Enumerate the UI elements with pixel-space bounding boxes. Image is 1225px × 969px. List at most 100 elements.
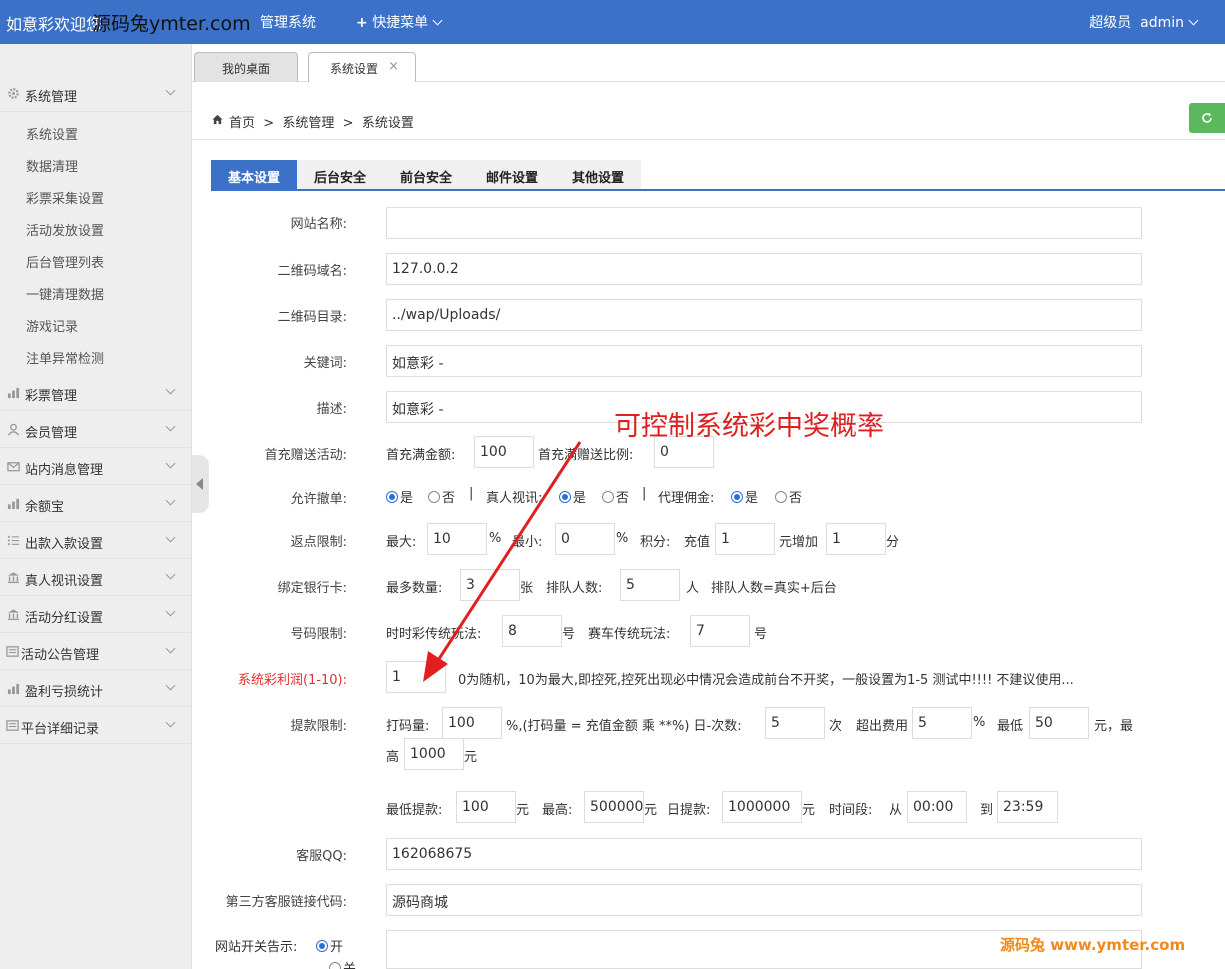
sidebar-group-messages[interactable]: 站内消息管理 bbox=[0, 448, 192, 485]
site-switch-on[interactable]: 开 bbox=[316, 936, 343, 955]
service-qq-label: 客服QQ: bbox=[296, 849, 347, 864]
brand-title: 如意彩欢迎您 bbox=[6, 15, 103, 34]
sidebar-item[interactable]: 彩票采集设置 bbox=[26, 188, 104, 207]
refresh-button[interactable] bbox=[1189, 103, 1225, 133]
sidebar-item[interactable]: 系统设置 bbox=[26, 124, 78, 143]
agent-commission-yes[interactable]: 是 bbox=[731, 487, 758, 506]
settings-tabs: 基本设置 后台安全 前台安全 邮件设置 其他设置 bbox=[211, 160, 1225, 191]
withdraw-limit-label: 提款限制: bbox=[290, 719, 347, 734]
rebate-max-label: 最大: bbox=[386, 535, 417, 550]
to-time-input[interactable]: 23:59 bbox=[997, 791, 1058, 823]
sidebar-group-notices[interactable]: 活动公告管理 bbox=[0, 633, 192, 670]
sidebar-group-label: 出款入款设置 bbox=[25, 537, 104, 552]
qr-domain-input[interactable]: 127.0.0.2 bbox=[386, 253, 1142, 285]
live-video-yes[interactable]: 是 bbox=[559, 487, 586, 506]
chevron-down-icon bbox=[165, 532, 176, 543]
allow-cancel-no[interactable]: 否 bbox=[428, 487, 455, 506]
tab-backend-security[interactable]: 后台安全 bbox=[297, 160, 383, 189]
agent-commission-no[interactable]: 否 bbox=[775, 487, 802, 506]
sidebar-group-profit[interactable]: 盈利亏损统计 bbox=[0, 670, 192, 707]
sidebar-item[interactable]: 后台管理列表 bbox=[26, 252, 104, 271]
system-title: 管理系统 bbox=[260, 15, 316, 31]
tab-other-settings[interactable]: 其他设置 bbox=[555, 160, 641, 189]
yuan-comma: 元，最 bbox=[1094, 719, 1134, 734]
close-icon[interactable]: × bbox=[388, 59, 399, 74]
tab-desktop[interactable]: 我的桌面 bbox=[194, 52, 298, 82]
ssc-input[interactable]: 8 bbox=[502, 615, 562, 647]
yuan-unit: 元 bbox=[644, 803, 658, 818]
daily-withdraw-input[interactable]: 1000000 bbox=[722, 791, 802, 823]
quick-menu-label: 快捷菜单 bbox=[372, 15, 429, 31]
quick-menu-button[interactable]: + 快捷菜单 bbox=[356, 12, 443, 32]
sidebar-item[interactable]: 一键清理数据 bbox=[26, 284, 104, 303]
yuan-unit: 元 bbox=[464, 750, 478, 765]
bank-max-input[interactable]: 3 bbox=[460, 569, 520, 601]
bet-amount-input[interactable]: 100 bbox=[442, 707, 502, 739]
daily-times-input[interactable]: 5 bbox=[765, 707, 825, 739]
zhang-unit: 张 bbox=[520, 581, 534, 596]
rebate-max-input[interactable]: 10 bbox=[427, 523, 487, 555]
bank-card-label: 绑定银行卡: bbox=[277, 581, 347, 596]
chevron-down-icon bbox=[165, 643, 176, 654]
fen-unit: 分 bbox=[886, 535, 900, 550]
bar-chart-icon bbox=[7, 683, 20, 695]
user-icon bbox=[7, 423, 20, 436]
daily-withdraw-label: 日提款: bbox=[667, 803, 711, 818]
site-switch-off[interactable]: 关 bbox=[329, 958, 356, 969]
allow-cancel-yes[interactable]: 是 bbox=[386, 487, 413, 506]
service-qq-input[interactable]: 162068675 bbox=[386, 838, 1142, 870]
tab-basic-settings[interactable]: 基本设置 bbox=[211, 160, 297, 189]
sidebar-group-records[interactable]: 平台详细记录 bbox=[0, 707, 192, 744]
sidebar-item[interactable]: 数据清理 bbox=[26, 156, 78, 175]
page-tab-strip: 我的桌面 系统设置 × bbox=[192, 44, 1225, 82]
recharge-input[interactable]: 1 bbox=[715, 523, 775, 555]
from-time-input[interactable]: 00:00 bbox=[907, 791, 967, 823]
qr-dir-input[interactable]: ../wap/Uploads/ bbox=[386, 299, 1142, 331]
sidebar-group-members[interactable]: 会员管理 bbox=[0, 411, 192, 448]
over-fee-input[interactable]: 5 bbox=[912, 707, 972, 739]
sidebar-item[interactable]: 活动发放设置 bbox=[26, 220, 104, 239]
sidebar-group-yuebao[interactable]: 余额宝 bbox=[0, 485, 192, 522]
sidebar-item[interactable]: 游戏记录 bbox=[26, 316, 78, 335]
sidebar-group-lottery[interactable]: 彩票管理 bbox=[0, 374, 192, 411]
rebate-min-input[interactable]: 0 bbox=[555, 523, 615, 555]
sidebar-group-payments[interactable]: 出款入款设置 bbox=[0, 522, 192, 559]
yuan-add-label: 元增加 bbox=[779, 535, 819, 550]
lowest-input[interactable]: 50 bbox=[1029, 707, 1089, 739]
radio-label: 开 bbox=[330, 940, 344, 955]
chevron-down-icon bbox=[432, 15, 443, 26]
chevron-down-icon bbox=[165, 606, 176, 617]
tab-frontend-security[interactable]: 前台安全 bbox=[383, 160, 469, 189]
keywords-input[interactable]: 如意彩 - bbox=[386, 345, 1142, 377]
min-withdraw-input[interactable]: 100 bbox=[456, 791, 516, 823]
user-menu[interactable]: 超级员 admin bbox=[1089, 12, 1199, 32]
chevron-down-icon bbox=[165, 717, 176, 728]
sidebar-item[interactable]: 注单异常检测 bbox=[26, 348, 104, 367]
sidebar-group-live-video[interactable]: 真人视讯设置 bbox=[0, 559, 192, 596]
system-profit-input[interactable]: 1 bbox=[386, 661, 446, 693]
sidebar-group-label: 平台详细记录 bbox=[21, 722, 100, 737]
first-charge-amount-input[interactable]: 100 bbox=[474, 436, 534, 468]
top-bar: 如意彩欢迎您 源码兔ymter.com 管理系统 + 快捷菜单 超级员 admi… bbox=[0, 0, 1225, 44]
live-video-no[interactable]: 否 bbox=[602, 487, 629, 506]
sidebar-group-dividends[interactable]: 活动分红设置 bbox=[0, 596, 192, 633]
sidebar-group-system[interactable]: 系统管理 bbox=[0, 75, 192, 112]
sidebar-collapse-handle[interactable] bbox=[192, 455, 209, 513]
site-name-input[interactable] bbox=[386, 207, 1142, 239]
max-withdraw-input[interactable]: 500000 bbox=[584, 791, 644, 823]
third-party-link-input[interactable]: 源码商城 bbox=[386, 884, 1142, 916]
user-role: 超级员 bbox=[1089, 15, 1132, 31]
sidebar-group-label: 站内消息管理 bbox=[25, 463, 104, 478]
points-add-input[interactable]: 1 bbox=[826, 523, 886, 555]
qr-dir-label: 二维码目录: bbox=[277, 310, 347, 325]
queue-input[interactable]: 5 bbox=[620, 569, 680, 601]
refresh-icon bbox=[1202, 113, 1212, 123]
tab-mail-settings[interactable]: 邮件设置 bbox=[469, 160, 555, 189]
tab-system-settings[interactable]: 系统设置 × bbox=[308, 52, 416, 82]
race-input[interactable]: 7 bbox=[690, 615, 750, 647]
highest-input[interactable]: 1000 bbox=[404, 738, 464, 770]
radio-unchecked-icon bbox=[602, 491, 614, 503]
live-video-label: 真人视讯: bbox=[486, 491, 543, 506]
chevron-down-icon bbox=[165, 384, 176, 395]
chevron-down-icon bbox=[165, 85, 176, 96]
